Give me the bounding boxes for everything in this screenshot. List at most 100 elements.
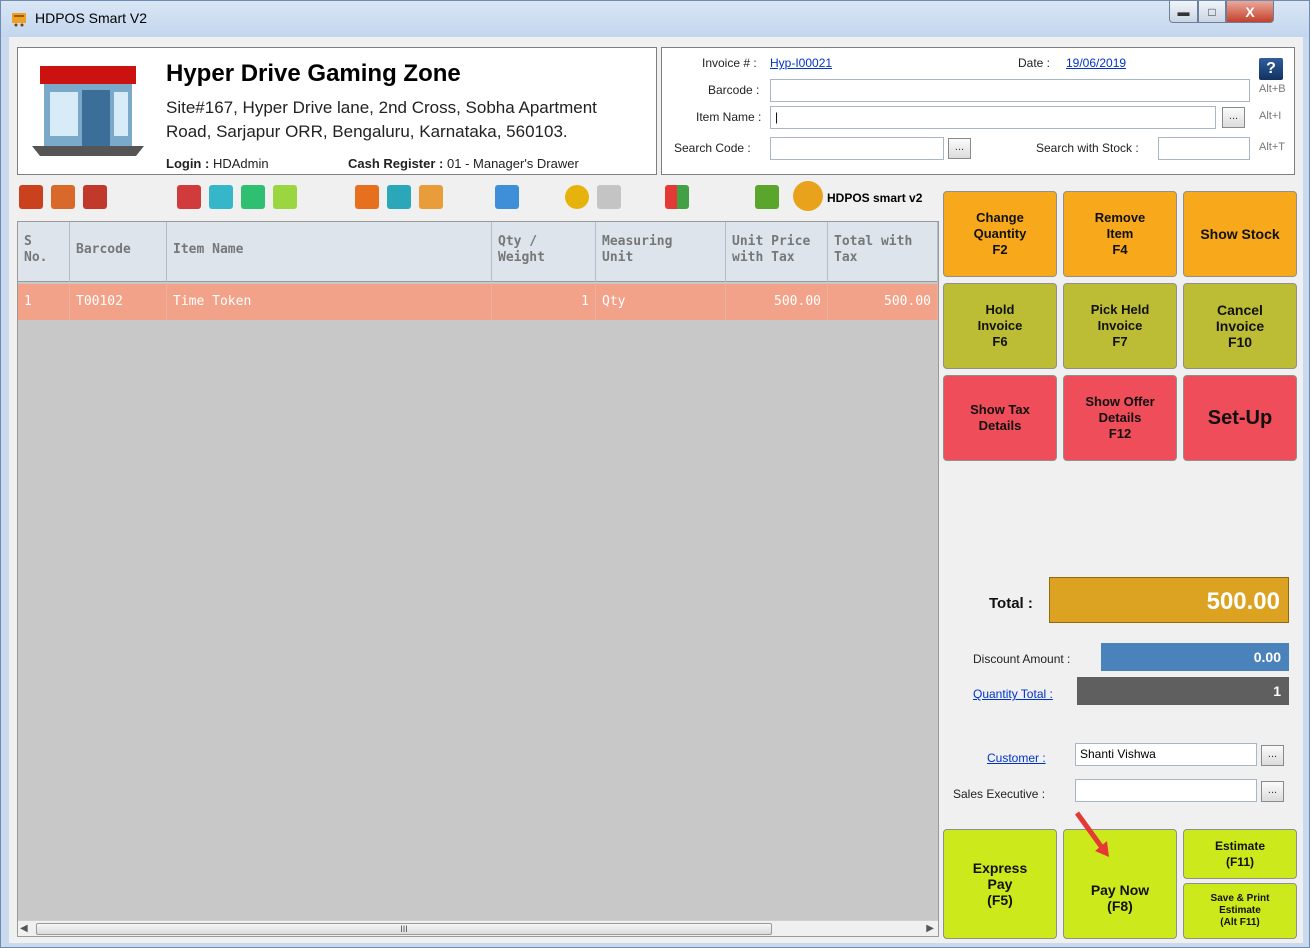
quantity-total-value: 1	[1077, 677, 1289, 705]
sales-executive-label: Sales Executive :	[953, 787, 1046, 801]
table-row[interactable]: 1 T00102 Time Token 1 Qty 500.00 500.00	[18, 284, 938, 320]
horizontal-scrollbar[interactable]: ◀ III ▶	[18, 920, 938, 936]
pick-held-invoice-button[interactable]: Pick Held Invoice F7	[1063, 283, 1177, 369]
clear-icon[interactable]	[597, 185, 621, 209]
app-window: HDPOS Smart V2 ▬ □ X Hyper Drive Gaming …	[0, 0, 1310, 948]
date-link[interactable]: 19/06/2019	[1066, 56, 1126, 70]
customer-input[interactable]: Shanti Vishwa	[1075, 743, 1257, 766]
invoice-panel: Invoice # : Hyp-I00021 Date : 19/06/2019…	[661, 47, 1295, 175]
cell-unit-price: 500.00	[726, 284, 828, 320]
toolbar: HDPOS smart v2	[17, 179, 939, 219]
cart-logo-icon	[793, 181, 823, 211]
discount-label: Discount Amount :	[973, 652, 1071, 666]
scroll-thumb[interactable]: III	[36, 923, 772, 935]
invoice-icon[interactable]	[51, 185, 75, 209]
hold-invoice-button[interactable]: Hold Invoice F6	[943, 283, 1057, 369]
pointer-arrow-icon	[1074, 811, 1109, 857]
col-total[interactable]: Total with Tax	[828, 222, 938, 282]
sales-executive-browse-button[interactable]: ...	[1261, 781, 1284, 802]
customer-link[interactable]: Customer :	[987, 751, 1046, 765]
coupon-icon[interactable]	[209, 185, 233, 209]
search-stock-shortcut: Alt+T	[1259, 141, 1285, 153]
cell-unit: Qty	[596, 284, 726, 320]
store-address-line1: Site#167, Hyper Drive lane, 2nd Cross, S…	[166, 98, 597, 117]
invoice-label: Invoice # :	[702, 56, 757, 70]
close-button[interactable]: X	[1226, 1, 1274, 23]
minimize-button[interactable]: ▬	[1169, 1, 1198, 23]
login-info: Login : HDAdmin	[166, 156, 269, 171]
client-area: Hyper Drive Gaming Zone Site#167, Hyper …	[9, 37, 1303, 943]
discount-value: 0.00	[1101, 643, 1289, 671]
cell-barcode: T00102	[70, 284, 167, 320]
show-stock-button[interactable]: Show Stock	[1183, 191, 1297, 277]
close-icon: X	[1245, 3, 1255, 20]
window-title: HDPOS Smart V2	[35, 10, 148, 26]
refresh-icon[interactable]	[241, 185, 265, 209]
maximize-icon: □	[1208, 4, 1216, 19]
search-code-browse-button[interactable]: ...	[948, 138, 971, 159]
col-unit[interactable]: Measuring Unit	[596, 222, 726, 282]
cell-sno: 1	[18, 284, 70, 320]
scroll-left-icon[interactable]: ◀	[20, 923, 28, 934]
grid-header: S No. Barcode Item Name Qty / Weight Mea…	[18, 222, 938, 282]
return-icon[interactable]	[83, 185, 107, 209]
search-stock-label: Search with Stock :	[1036, 141, 1139, 155]
cash-register-info: Cash Register : 01 - Manager's Drawer	[348, 156, 579, 171]
minimize-icon: ▬	[1177, 4, 1190, 19]
store-name: Hyper Drive Gaming Zone	[166, 60, 461, 87]
cell-qty: 1	[492, 284, 596, 320]
cell-item-name: Time Token	[167, 284, 492, 320]
cart-icon[interactable]	[387, 185, 411, 209]
scan-icon[interactable]	[273, 185, 297, 209]
offer-icon[interactable]	[565, 185, 589, 209]
toolbar-brand: HDPOS smart v2	[827, 191, 923, 205]
store-info-panel: Hyper Drive Gaming Zone Site#167, Hyper …	[17, 47, 657, 175]
remove-item-button[interactable]: Remove Item F4	[1063, 191, 1177, 277]
show-tax-details-button[interactable]: Show Tax Details	[943, 375, 1057, 461]
title-bar: HDPOS Smart V2 ▬ □ X	[1, 1, 1309, 37]
search-code-input[interactable]	[770, 137, 944, 160]
cancel-invoice-button[interactable]: Cancel Invoice F10	[1183, 283, 1297, 369]
change-quantity-button[interactable]: Change Quantity F2	[943, 191, 1057, 277]
cart-icon	[12, 13, 26, 27]
search-stock-input[interactable]	[1158, 137, 1250, 160]
login-value: HDAdmin	[212, 156, 269, 171]
barcode-label: Barcode :	[708, 83, 760, 97]
total-label: Total :	[989, 595, 1033, 612]
barcode-shortcut: Alt+B	[1259, 83, 1286, 95]
help-button[interactable]: ?	[1259, 58, 1283, 80]
people-icon[interactable]	[419, 185, 443, 209]
scroll-right-icon[interactable]: ▶	[926, 923, 934, 934]
col-item-name[interactable]: Item Name	[167, 222, 492, 282]
quantity-total-link[interactable]: Quantity Total :	[973, 687, 1053, 701]
express-pay-button[interactable]: Express Pay (F5)	[943, 829, 1057, 939]
maximize-button[interactable]: □	[1198, 1, 1226, 23]
cash-icon[interactable]	[495, 185, 519, 209]
gift-icon[interactable]	[177, 185, 201, 209]
register-icon[interactable]	[19, 185, 43, 209]
date-label: Date :	[1018, 56, 1051, 70]
setup-button[interactable]: Set-Up	[1183, 375, 1297, 461]
edit-icon[interactable]	[355, 185, 379, 209]
apps-icon[interactable]	[665, 185, 689, 209]
col-sno[interactable]: S No.	[18, 222, 70, 282]
store-front-icon	[32, 66, 144, 156]
cash-register-value: 01 - Manager's Drawer	[447, 156, 579, 171]
col-barcode[interactable]: Barcode	[70, 222, 167, 282]
customer-browse-button[interactable]: ...	[1261, 745, 1284, 766]
item-name-shortcut: Alt+I	[1259, 110, 1282, 122]
item-name-label: Item Name :	[696, 110, 762, 124]
estimate-button[interactable]: Estimate (F11)	[1183, 829, 1297, 879]
item-name-input[interactable]: |	[770, 106, 1216, 129]
item-browse-button[interactable]: ...	[1222, 107, 1245, 128]
col-unit-price[interactable]: Unit Price with Tax	[726, 222, 828, 282]
invoice-number-link[interactable]: Hyp-I00021	[770, 56, 832, 70]
barcode-input[interactable]	[770, 79, 1250, 102]
show-offer-details-button[interactable]: Show Offer Details F12	[1063, 375, 1177, 461]
gear-icon[interactable]	[755, 185, 779, 209]
sales-executive-input[interactable]	[1075, 779, 1257, 802]
total-value: 500.00	[1049, 577, 1289, 623]
col-qty[interactable]: Qty / Weight	[492, 222, 596, 282]
search-code-label: Search Code :	[674, 141, 751, 155]
save-print-estimate-button[interactable]: Save & Print Estimate (Alt F11)	[1183, 883, 1297, 939]
